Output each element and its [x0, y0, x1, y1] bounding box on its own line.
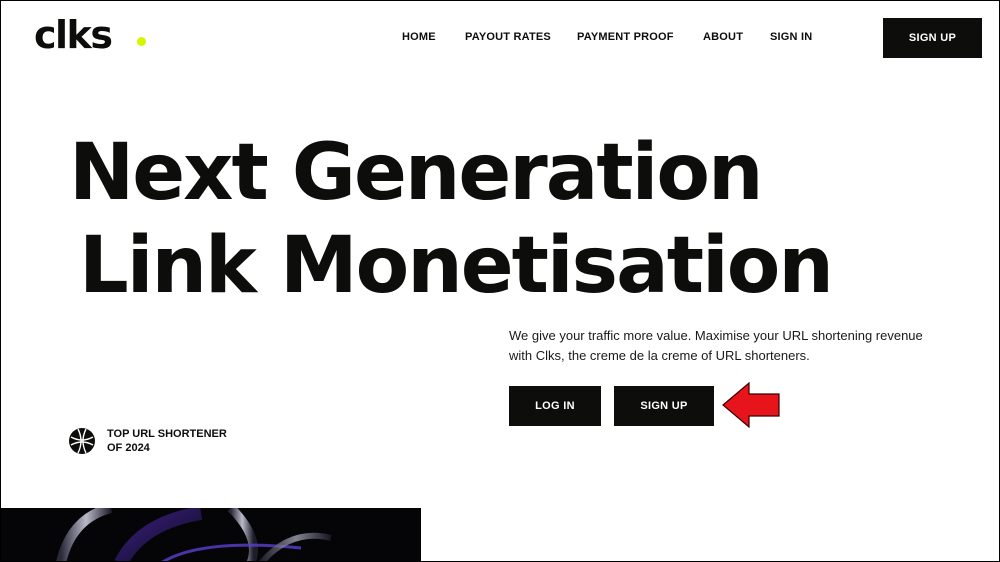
nav-about[interactable]: ABOUT	[703, 31, 743, 43]
header-signup-button[interactable]: SIGN UP	[883, 18, 982, 58]
hero-signup-button[interactable]: SIGN UP	[614, 386, 714, 426]
hero-title-line2: Link Monetisation	[79, 221, 834, 311]
red-arrow-icon	[722, 381, 780, 429]
hero-description-line2: with Clks, the creme de la creme of URL …	[509, 348, 810, 363]
hero-description-line1: We give your traffic more value. Maximis…	[509, 328, 923, 343]
nav-home[interactable]: HOME	[402, 31, 436, 43]
globe-icon	[69, 428, 95, 454]
login-button[interactable]: LOG IN	[509, 386, 601, 426]
award-badge-line1: TOP URL SHORTENER	[107, 428, 227, 440]
page-frame: clks HOME PAYOUT RATES PAYMENT PROOF ABO…	[0, 0, 1000, 562]
brand-logo[interactable]: clks	[34, 9, 113, 61]
nav-payment-proof[interactable]: PAYMENT PROOF	[577, 31, 674, 43]
award-badge: TOP URL SHORTENER OF 2024	[107, 427, 247, 455]
award-badge-line2: OF 2024	[107, 442, 150, 454]
hero-description: We give your traffic more value. Maximis…	[509, 326, 959, 366]
hero-title-line1: Next Generation	[69, 128, 764, 218]
nav-sign-in[interactable]: SIGN IN	[770, 31, 812, 43]
brand-logo-dot	[137, 37, 146, 46]
nav-payout-rates[interactable]: PAYOUT RATES	[465, 31, 551, 43]
abstract-rings-graphic	[56, 508, 332, 561]
hero-image	[1, 508, 421, 561]
